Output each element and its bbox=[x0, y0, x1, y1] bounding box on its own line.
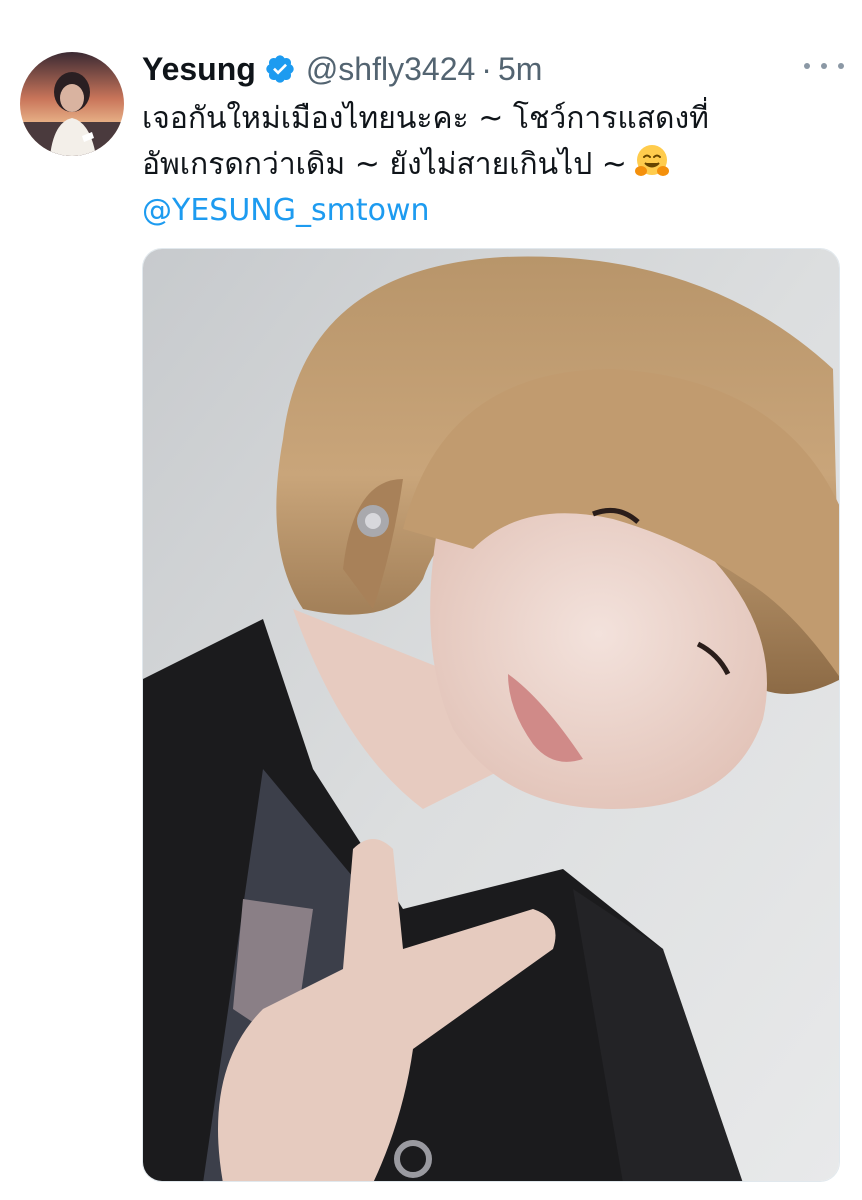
author-avatar[interactable] bbox=[20, 52, 124, 156]
mention-link[interactable]: @YESUNG_smtown bbox=[142, 188, 832, 234]
hugging-face-emoji-icon bbox=[633, 143, 671, 181]
tweet-header: Yesung @shfly3424 · 5m bbox=[142, 46, 542, 92]
tweet-text-line-2: อัพเกรดกว่าเดิม ~ ยังไม่สายเกินไป ~ bbox=[142, 147, 627, 182]
author-handle[interactable]: @shfly3424 bbox=[306, 51, 475, 88]
tweet-card: Yesung @shfly3424 · 5m เจอกันใหม่เมืองไท… bbox=[0, 0, 862, 1200]
tweet-photo[interactable] bbox=[142, 248, 840, 1182]
tweet-text-line-1: เจอกันใหม่เมืองไทยนะคะ ~ โชว์การแสดงที่ bbox=[142, 101, 709, 136]
author-display-name[interactable]: Yesung bbox=[142, 51, 256, 88]
tweet-text-line-2-wrap: อัพเกรดกว่าเดิม ~ ยังไม่สายเกินไป ~ bbox=[142, 142, 832, 188]
tweet-timestamp[interactable]: 5m bbox=[498, 51, 542, 88]
more-dot bbox=[804, 63, 810, 69]
tweet-text: เจอกันใหม่เมืองไทยนะคะ ~ โชว์การแสดงที่ … bbox=[142, 96, 832, 234]
header-separator: · bbox=[481, 50, 492, 87]
verified-badge-icon[interactable] bbox=[264, 53, 296, 85]
more-dot bbox=[821, 63, 827, 69]
more-options-icon[interactable] bbox=[804, 52, 844, 80]
selfie-photo-icon bbox=[143, 249, 839, 1181]
more-dot bbox=[838, 63, 844, 69]
